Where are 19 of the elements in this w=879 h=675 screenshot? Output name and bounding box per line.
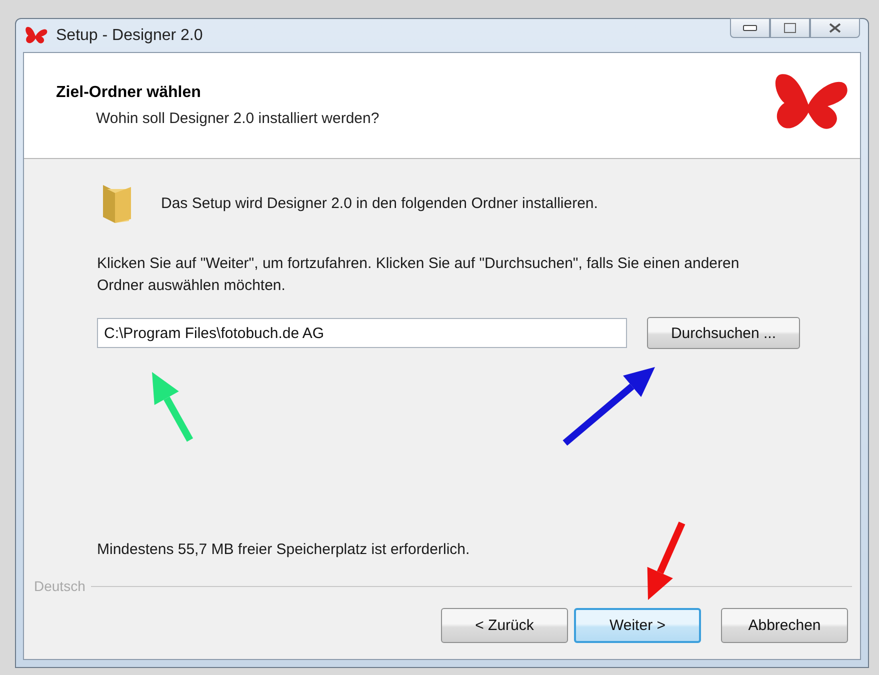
- window-title: Setup - Designer 2.0: [56, 26, 203, 44]
- minimize-button[interactable]: [730, 18, 770, 38]
- next-button[interactable]: Weiter >: [574, 608, 701, 643]
- disk-space-note: Mindestens 55,7 MB freier Speicherplatz ist erforderlich.: [97, 541, 471, 558]
- instruction-text: Klicken Sie auf "Weiter", um fortzufahren. Klicken Sie auf "Durchsuchen", falls Sie einen anderen Ordner auswählen möchten.: [97, 254, 740, 296]
- close-button[interactable]: [810, 18, 860, 38]
- butterfly-icon: [24, 26, 48, 46]
- install-path-field[interactable]: C:\Program Files\fotobuch.de AG: [97, 318, 627, 348]
- maximize-icon: [784, 23, 796, 33]
- intro-text: Das Setup wird Designer 2.0 in den folgenden Ordner installieren.: [161, 194, 598, 212]
- cancel-button[interactable]: Abbrechen: [721, 608, 848, 643]
- back-button[interactable]: < Zurück: [441, 608, 568, 643]
- close-icon: [829, 23, 841, 33]
- page-title: Ziel-Ordner wählen: [56, 84, 202, 102]
- language-label: Deutsch: [34, 578, 86, 594]
- browse-button[interactable]: Durchsuchen ...: [647, 317, 800, 349]
- maximize-button[interactable]: [770, 18, 810, 38]
- page-subtitle: Wohin soll Designer 2.0 installiert werden?: [95, 110, 380, 127]
- minimize-icon: [743, 25, 757, 31]
